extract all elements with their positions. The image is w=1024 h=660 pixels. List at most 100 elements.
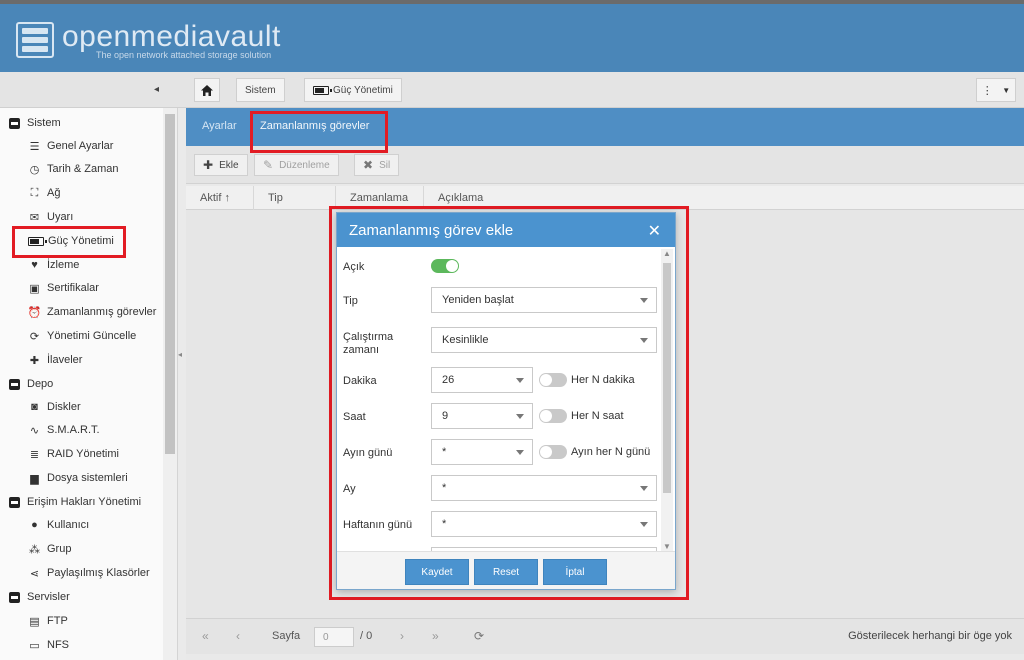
chevron-down-icon: [516, 378, 524, 383]
close-icon: ✖: [363, 158, 374, 172]
dialog-footer: Kaydet Reset İptal: [337, 551, 675, 589]
day-of-month-select[interactable]: *: [431, 439, 533, 465]
logo: openmediavault The open network attached…: [16, 22, 281, 60]
sidebar-item-genel-ayarlar[interactable]: ☰ Genel Ayarlar: [28, 135, 114, 157]
sidebar-group-servisler[interactable]: Servisler: [8, 586, 70, 608]
column-tip[interactable]: Tip: [254, 186, 336, 210]
sidebar-item-grup[interactable]: ⁂ Grup: [28, 538, 71, 560]
page-label: Sayfa: [272, 630, 301, 642]
sidebar-item-zamanlanmis-gorevler[interactable]: ⏰ Zamanlanmış görevler: [27, 301, 157, 323]
sidebar-item-diskler[interactable]: ◙ Diskler: [28, 396, 80, 418]
minute-select[interactable]: 26: [431, 367, 533, 393]
ftp-icon: ▤: [29, 615, 40, 628]
app-header: openmediavault The open network attached…: [0, 0, 1024, 72]
vertical-dots-icon: ⋮: [981, 84, 993, 97]
sidebar-item-ag[interactable]: ⛶ Ağ: [28, 182, 61, 204]
sidebar-item-uyari[interactable]: ✉ Uyarı: [28, 206, 73, 228]
more-menu-button[interactable]: ⋮ ▼: [976, 78, 1016, 102]
day-of-week-select[interactable]: *: [431, 511, 657, 537]
every-n-day-label: Ayın her N günü: [571, 446, 651, 458]
sidebar-item-kullanici[interactable]: ● Kullanıcı: [28, 514, 89, 536]
sidebar-item-dosya-sistemleri[interactable]: ▆ Dosya sistemleri: [28, 467, 127, 489]
tab-ayarlar[interactable]: Ayarlar: [202, 120, 237, 132]
every-n-hour-label: Her N saat: [571, 410, 624, 422]
battery-icon: [28, 236, 47, 246]
alarm-clock-icon: ⏰: [27, 306, 42, 319]
column-aktif[interactable]: Aktif ↑: [186, 186, 254, 210]
execution-select[interactable]: Kesinlikle: [431, 327, 657, 353]
breadcrumb-sistem[interactable]: Sistem: [236, 78, 285, 102]
first-page-icon[interactable]: «: [202, 629, 209, 643]
every-n-minute-toggle[interactable]: [539, 373, 567, 387]
sidebar-scrollbar[interactable]: [163, 108, 177, 660]
every-n-hour-toggle[interactable]: [539, 409, 567, 423]
refresh-icon[interactable]: ⟳: [474, 629, 484, 643]
sidebar-item-tarih-zaman[interactable]: ◷ Tarih & Zaman: [28, 158, 119, 180]
clock-icon: ◷: [29, 163, 40, 176]
collapse-icon: [9, 496, 20, 508]
prev-page-icon[interactable]: ‹: [236, 629, 240, 643]
enabled-toggle[interactable]: [431, 259, 459, 273]
pager: « ‹ Sayfa / 0 › » ⟳ Gösterilecek herhang…: [186, 618, 1024, 654]
edit-button[interactable]: ✎ Düzenleme: [254, 154, 339, 176]
tab-zamanlanmis-gorevler[interactable]: Zamanlanmış görevler: [260, 120, 369, 132]
sidebar-group-depo[interactable]: Depo: [8, 373, 53, 395]
sidebar-item-guc-yonetimi[interactable]: Güç Yönetimi: [18, 230, 114, 252]
reset-button[interactable]: Reset: [474, 559, 538, 585]
home-button[interactable]: [194, 78, 220, 102]
sidebar-item-ftp[interactable]: ▤ FTP: [28, 610, 67, 632]
disk-icon: ◙: [31, 401, 38, 413]
sidebar-item-paylasilmis[interactable]: ⋖ Paylaşılmış Klasörler: [28, 562, 150, 584]
minute-label: Dakika: [343, 375, 377, 387]
close-icon[interactable]: ✕: [648, 221, 661, 241]
sidebar: Sistem ☰ Genel Ayarlar ◷ Tarih & Zaman ⛶ Ağ…: [0, 108, 178, 660]
month-select[interactable]: *: [431, 475, 657, 501]
dialog-scrollbar[interactable]: ▲ ▼: [661, 249, 673, 551]
column-aciklama[interactable]: Açıklama: [424, 186, 1024, 210]
sidebar-group-erisim[interactable]: Erişim Hakları Yönetimi: [8, 491, 141, 513]
heartbeat-icon: ♥: [31, 259, 38, 271]
breadcrumb-guc-yonetimi[interactable]: Güç Yönetimi: [304, 78, 402, 102]
cancel-button[interactable]: İptal: [543, 559, 607, 585]
sidebar-item-ilaveler[interactable]: ✚ İlaveler: [28, 349, 83, 371]
logo-icon: [16, 22, 54, 58]
grid-header: Aktif ↑ Tip Zamanlama Açıklama: [186, 186, 1024, 210]
chevron-down-icon: [516, 414, 524, 419]
sidebar-item-raid[interactable]: ≣ RAID Yönetimi: [28, 443, 119, 465]
sidebar-item-smart[interactable]: ∿ S.M.A.R.T.: [28, 419, 100, 441]
delete-button[interactable]: ✖ Sil: [354, 154, 400, 176]
sidebar-item-izleme[interactable]: ♥ İzleme: [28, 254, 79, 276]
column-zamanlama[interactable]: Zamanlama: [336, 186, 424, 210]
scroll-down-icon[interactable]: ▼: [663, 542, 671, 551]
collapse-sidebar-icon[interactable]: ◂: [154, 84, 159, 95]
next-page-icon[interactable]: ›: [400, 629, 404, 643]
enabled-label: Açık: [343, 261, 365, 273]
tab-bar: Ayarlar Zamanlanmış görevler: [186, 108, 1024, 146]
collapse-icon: [9, 378, 20, 390]
add-button[interactable]: ✚ Ekle: [194, 154, 248, 176]
pulse-icon: ∿: [29, 424, 40, 437]
sidebar-group-sistem[interactable]: Sistem: [8, 112, 61, 134]
scroll-up-icon[interactable]: ▲: [663, 249, 671, 258]
hour-select[interactable]: 9: [431, 403, 533, 429]
home-icon: [201, 84, 213, 96]
type-select[interactable]: Yeniden başlat: [431, 287, 657, 313]
last-page-icon[interactable]: »: [432, 629, 439, 643]
database-icon: ≣: [29, 448, 40, 461]
puzzle-icon: ✚: [29, 354, 40, 367]
execution-label: Çalıştırma zamanı: [343, 331, 394, 356]
certificate-icon: ▣: [29, 282, 40, 295]
page-input[interactable]: [314, 627, 354, 647]
chevron-down-icon: [516, 450, 524, 455]
collapse-icon: [9, 591, 20, 603]
sidebar-item-sertifikalar[interactable]: ▣ Sertifikalar: [28, 277, 99, 299]
every-n-day-toggle[interactable]: [539, 445, 567, 459]
sidebar-item-nfs[interactable]: ▭ NFS: [28, 634, 69, 656]
chevron-down-icon: ▼: [1002, 85, 1011, 95]
sidebar-item-yonetimi-guncelle[interactable]: ⟳ Yönetimi Güncelle: [28, 325, 136, 347]
sidebar-resize-icon[interactable]: ◂: [178, 350, 182, 359]
save-button[interactable]: Kaydet: [405, 559, 469, 585]
dialog-title: Zamanlanmış görev ekle: [349, 221, 514, 239]
add-scheduled-task-dialog: Zamanlanmış görev ekle ✕ ▲ ▼ Açık Tip Ye…: [336, 212, 676, 590]
dialog-body: ▲ ▼ Açık Tip Yeniden başlat Çalıştırma z…: [337, 247, 675, 553]
